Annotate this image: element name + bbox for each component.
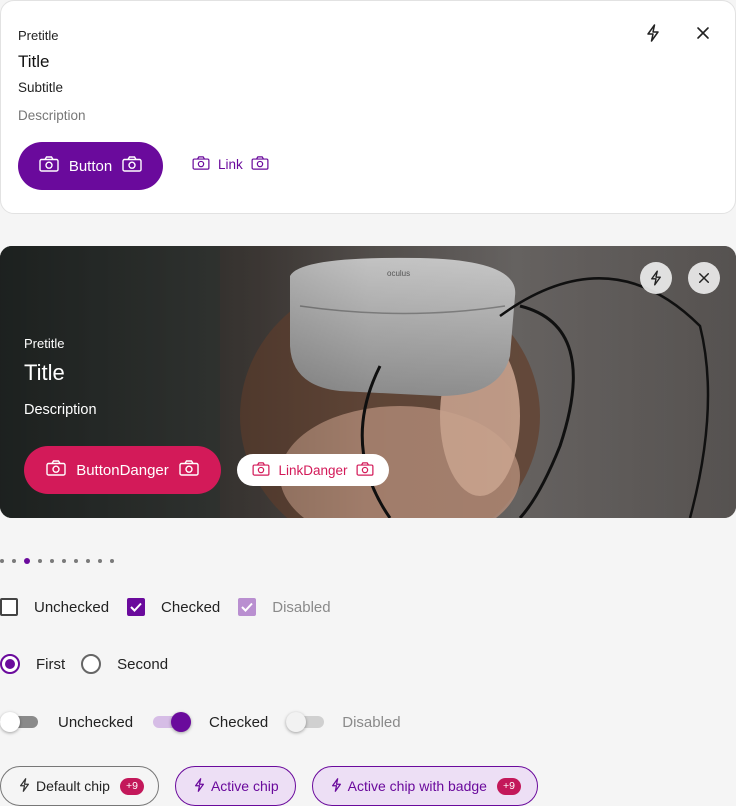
chip-label: Active chip with badge bbox=[347, 778, 487, 794]
lightning-icon bbox=[194, 777, 205, 795]
card-actions bbox=[643, 23, 713, 43]
radio-second[interactable] bbox=[81, 654, 102, 674]
close-icon[interactable] bbox=[693, 23, 713, 43]
oculus-logo-text: oculus bbox=[387, 269, 410, 278]
close-icon[interactable] bbox=[688, 262, 720, 294]
chip-badge: +9 bbox=[119, 777, 144, 795]
lightning-icon[interactable] bbox=[643, 23, 663, 43]
pagination-dot[interactable] bbox=[0, 559, 4, 563]
image-card-pretitle: Pretitle bbox=[24, 336, 65, 351]
pagination-dot[interactable] bbox=[98, 559, 102, 563]
pagination-dot[interactable] bbox=[62, 559, 66, 563]
card-subtitle: Subtitle bbox=[18, 80, 64, 95]
chip-group: Default chip +9 Active chip Active chip … bbox=[0, 766, 538, 806]
switch-disabled bbox=[286, 710, 325, 734]
chip-active[interactable]: Active chip bbox=[174, 766, 296, 806]
pagination-dot-active[interactable] bbox=[24, 558, 30, 564]
radio-label: First bbox=[36, 655, 66, 673]
checkbox-checked[interactable] bbox=[127, 598, 146, 616]
image-card-actions bbox=[640, 262, 720, 294]
primary-button[interactable]: Button bbox=[18, 142, 163, 190]
camera-icon bbox=[251, 156, 269, 173]
card-pretitle: Pretitle bbox=[18, 28, 59, 43]
chip-label: Default chip bbox=[36, 778, 110, 794]
lightning-icon[interactable] bbox=[640, 262, 672, 294]
camera-icon bbox=[122, 156, 142, 176]
danger-button[interactable]: ButtonDanger bbox=[24, 446, 221, 494]
camera-icon bbox=[192, 156, 210, 173]
pagination-dot[interactable] bbox=[74, 559, 78, 563]
switch-checked[interactable] bbox=[153, 710, 192, 734]
image-card-description: Description bbox=[24, 402, 97, 418]
lightning-icon bbox=[331, 777, 342, 795]
radio-group: First Second bbox=[0, 654, 168, 674]
checkbox-unchecked[interactable] bbox=[0, 598, 18, 616]
checkbox-label: Checked bbox=[161, 598, 221, 616]
pagination-dot[interactable] bbox=[38, 559, 42, 563]
radio-label: Second bbox=[117, 655, 169, 673]
camera-icon bbox=[179, 460, 199, 480]
camera-icon bbox=[252, 461, 270, 479]
lightning-icon bbox=[19, 777, 30, 795]
checkmark-icon bbox=[130, 602, 142, 612]
chip-default[interactable]: Default chip +9 bbox=[0, 766, 159, 806]
radio-first[interactable] bbox=[0, 654, 20, 674]
image-card: oculus Pretitle Title Description Button… bbox=[0, 246, 736, 518]
checkbox-disabled bbox=[238, 598, 257, 616]
switch-unchecked[interactable] bbox=[0, 710, 38, 734]
danger-button-label: ButtonDanger bbox=[76, 461, 169, 479]
switch-label: Unchecked bbox=[58, 713, 134, 731]
card-link[interactable]: Link bbox=[192, 156, 269, 173]
chip-label: Active chip bbox=[210, 778, 279, 794]
camera-icon bbox=[39, 156, 59, 176]
chip-badge: +9 bbox=[496, 777, 521, 795]
card-title: Title bbox=[18, 52, 50, 71]
pagination-dot[interactable] bbox=[50, 559, 54, 563]
toggle-group: Unchecked Checked Disabled bbox=[0, 710, 401, 734]
checkbox-label: Unchecked bbox=[34, 598, 110, 616]
card-description: Description bbox=[18, 108, 86, 123]
primary-button-label: Button bbox=[68, 157, 113, 175]
image-card-title: Title bbox=[24, 360, 65, 385]
pagination-dot[interactable] bbox=[12, 559, 16, 563]
camera-icon bbox=[46, 460, 66, 480]
checkbox-label: Disabled bbox=[272, 598, 331, 616]
switch-label: Checked bbox=[209, 713, 269, 731]
danger-link-label: LinkDanger bbox=[278, 462, 348, 478]
camera-icon bbox=[356, 461, 374, 479]
pagination-dot[interactable] bbox=[86, 559, 90, 563]
checkbox-group: Unchecked Checked Disabled bbox=[0, 598, 331, 616]
card-link-label: Link bbox=[218, 157, 243, 172]
switch-label: Disabled bbox=[342, 713, 401, 731]
checkmark-icon bbox=[241, 602, 253, 612]
pagination-dots bbox=[0, 558, 114, 564]
info-card: Pretitle Title Subtitle Description Butt… bbox=[0, 0, 736, 214]
chip-active-with-badge[interactable]: Active chip with badge +9 bbox=[311, 766, 538, 806]
pagination-dot[interactable] bbox=[110, 559, 114, 563]
danger-link[interactable]: LinkDanger bbox=[237, 454, 389, 486]
